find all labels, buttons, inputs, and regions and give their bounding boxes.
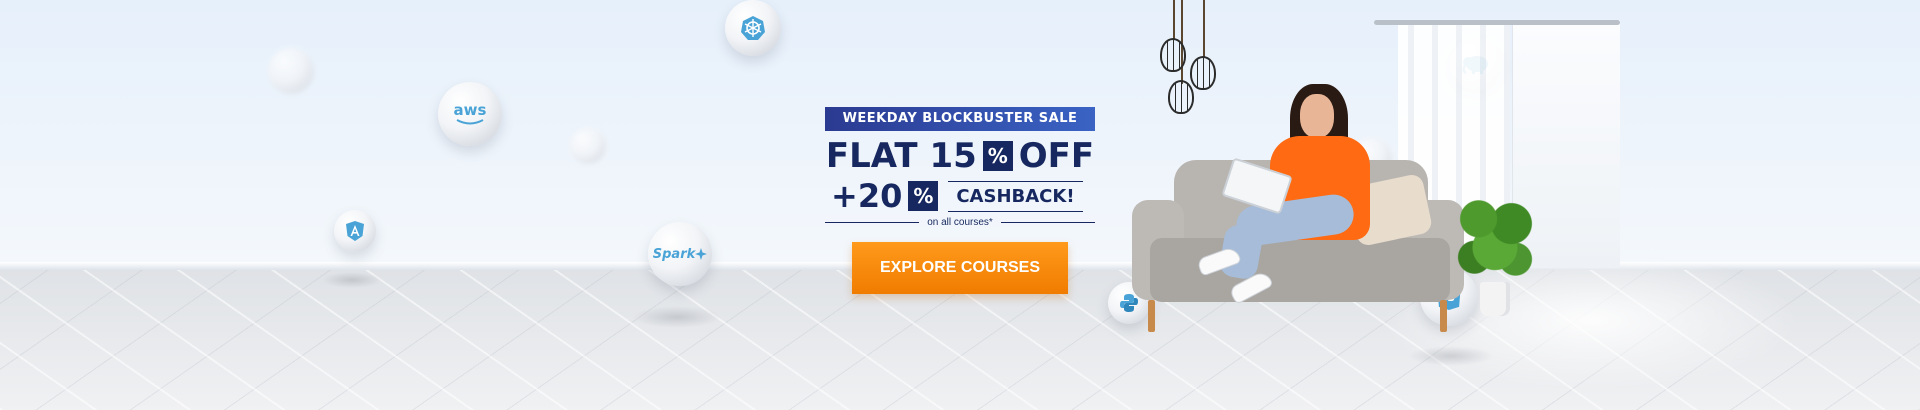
flat-discount-line: FLAT 15 % OFF (825, 135, 1095, 177)
orb-shadow (322, 272, 382, 288)
kubernetes-icon (740, 15, 766, 41)
spark-icon: Spark (653, 247, 708, 262)
pendant-lamp (1168, 80, 1194, 114)
angular-icon (345, 220, 365, 242)
percent-badge: % (982, 141, 1013, 171)
courses-note-text: on all courses* (927, 217, 993, 228)
flat-discount-value: FLAT 15 (825, 136, 977, 176)
orb-shadow (1408, 346, 1494, 366)
sale-promo: WEEKDAY BLOCKBUSTER SALE FLAT 15 % OFF +… (825, 107, 1095, 294)
sale-banner: WEEKDAY BLOCKBUSTER SALE (825, 107, 1095, 131)
cashback-line: +20 % CASHBACK! (831, 177, 1095, 215)
aws-label: aws (453, 100, 487, 119)
divider (1000, 222, 1095, 223)
cashback-value: +20 (831, 177, 903, 215)
lamp-cord (1203, 0, 1205, 58)
woman-face (1300, 94, 1334, 138)
courses-note: on all courses* (825, 217, 1095, 228)
sofa-leg (1440, 300, 1447, 332)
sofa-leg (1148, 300, 1155, 332)
blurred-orb (570, 128, 606, 164)
flat-discount-suffix: OFF (1018, 136, 1095, 176)
blurred-orb (268, 48, 314, 94)
aws-icon: aws (453, 100, 487, 126)
spark-orb: Spark (648, 222, 712, 286)
percent-badge: % (908, 181, 939, 211)
curtain-rod (1374, 20, 1620, 25)
plant-pot (1480, 282, 1510, 316)
python-icon (1119, 293, 1139, 313)
sofa-seat (1150, 238, 1450, 302)
aws-orb: aws (438, 82, 502, 146)
pendant-lamp (1190, 56, 1216, 90)
orb-shadow (632, 306, 722, 328)
spark-label: Spark (652, 246, 696, 262)
pendant-lamp (1160, 38, 1186, 72)
plant-leaves (1454, 190, 1536, 286)
kubernetes-orb (725, 0, 781, 56)
angular-orb (334, 210, 376, 252)
explore-courses-button[interactable]: EXPLORE COURSES (852, 242, 1068, 294)
lamp-cord (1173, 0, 1175, 40)
cashback-label: CASHBACK! (948, 180, 1083, 212)
divider (825, 222, 920, 223)
